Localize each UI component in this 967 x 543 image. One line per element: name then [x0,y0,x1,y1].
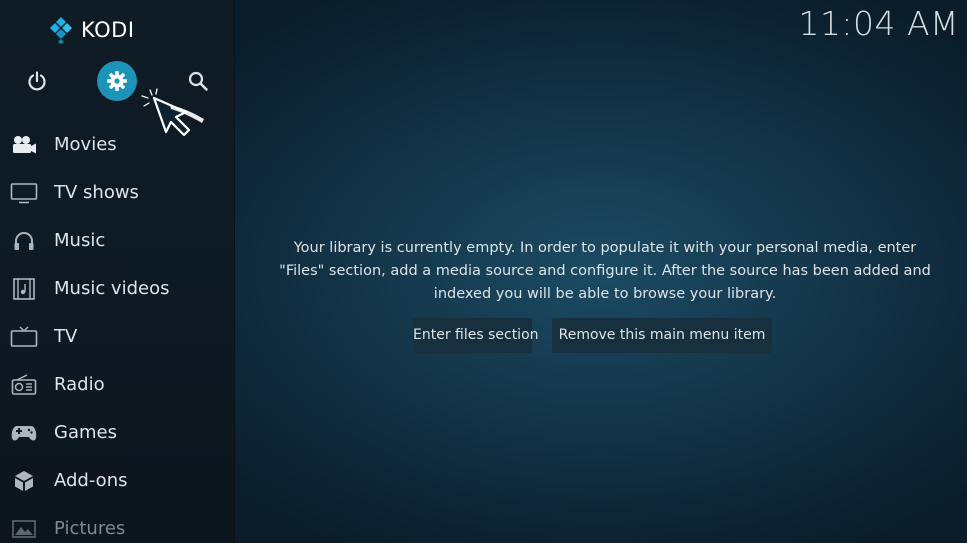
pointer-cursor-icon [141,88,204,137]
power-icon [28,71,46,91]
enter-files-section-button[interactable]: Enter files section [413,318,539,353]
sidebar-item-add-ons[interactable]: Add-ons [0,457,234,505]
kodi-screen: KODI Movies TV shows Music Music videos … [0,0,967,543]
sidebar: KODI Movies TV shows Music Music videos … [0,0,235,543]
sidebar-item-music-videos[interactable]: Music videos [0,265,234,313]
gamepad-icon [10,421,38,445]
settings-button[interactable] [97,61,137,101]
sidebar-item-label: Pictures [54,518,126,539]
sidebar-item-label: TV shows [54,182,139,203]
sidebar-item-label: Music [54,230,106,251]
empty-library-message: Your library is currently empty. In orde… [260,237,950,306]
main-menu: Movies TV shows Music Music videos TV Ra… [0,121,234,543]
message-line: indexed you will be able to browse your … [433,286,777,302]
pictures-icon [10,517,38,541]
gear-icon [107,71,127,91]
sidebar-item-pictures[interactable]: Pictures [0,505,234,543]
kodi-logo: KODI [47,16,135,44]
sidebar-item-radio[interactable]: Radio [0,361,234,409]
sidebar-item-tv[interactable]: TV [0,313,234,361]
movies-icon [10,133,38,157]
tv-icon [10,325,38,349]
clock: 11:04 AM [798,4,959,43]
message-line: "Files" section, add a media source and … [279,263,931,279]
sidebar-item-label: Music videos [54,278,170,299]
kodi-logo-icon [50,17,72,44]
sidebar-item-label: Radio [54,374,105,395]
sidebar-item-label: Add-ons [54,470,128,491]
remove-main-menu-item-button[interactable]: Remove this main menu item [552,318,772,353]
message-line: Your library is currently empty. In orde… [293,240,917,256]
sidebar-item-label: TV [54,326,78,347]
sidebar-item-tv-shows[interactable]: TV shows [0,169,234,217]
sidebar-item-label: Movies [54,134,117,155]
app-name: KODI [81,18,135,42]
sidebar-item-music[interactable]: Music [0,217,234,265]
sidebar-item-games[interactable]: Games [0,409,234,457]
sidebar-item-label: Games [54,422,117,443]
radio-icon [10,373,38,397]
tv-shows-icon [10,181,38,205]
action-buttons: Enter files section Remove this main men… [413,318,772,353]
addons-icon [10,469,38,493]
headphones-icon [10,229,38,253]
music-videos-icon [10,277,38,301]
power-button[interactable] [17,61,57,101]
